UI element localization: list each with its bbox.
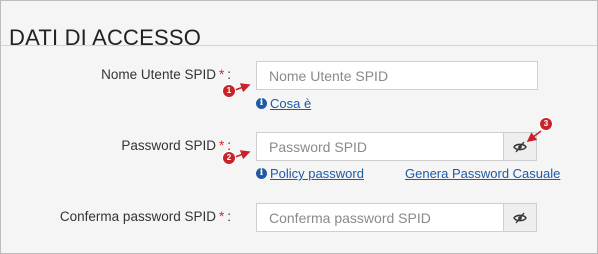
callout-marker-3: 3 [540,118,552,130]
callout-marker-2: 2 [223,152,235,164]
callout-3-arrow [526,130,542,142]
access-data-panel: DATI DI ACCESSO Nome Utente SPID*: i Cos… [0,0,598,254]
callout-2-arrow [234,150,251,160]
callout-marker-1: 1 [223,85,235,97]
callout-1-arrow [234,83,251,93]
callout-arrows [234,83,542,160]
